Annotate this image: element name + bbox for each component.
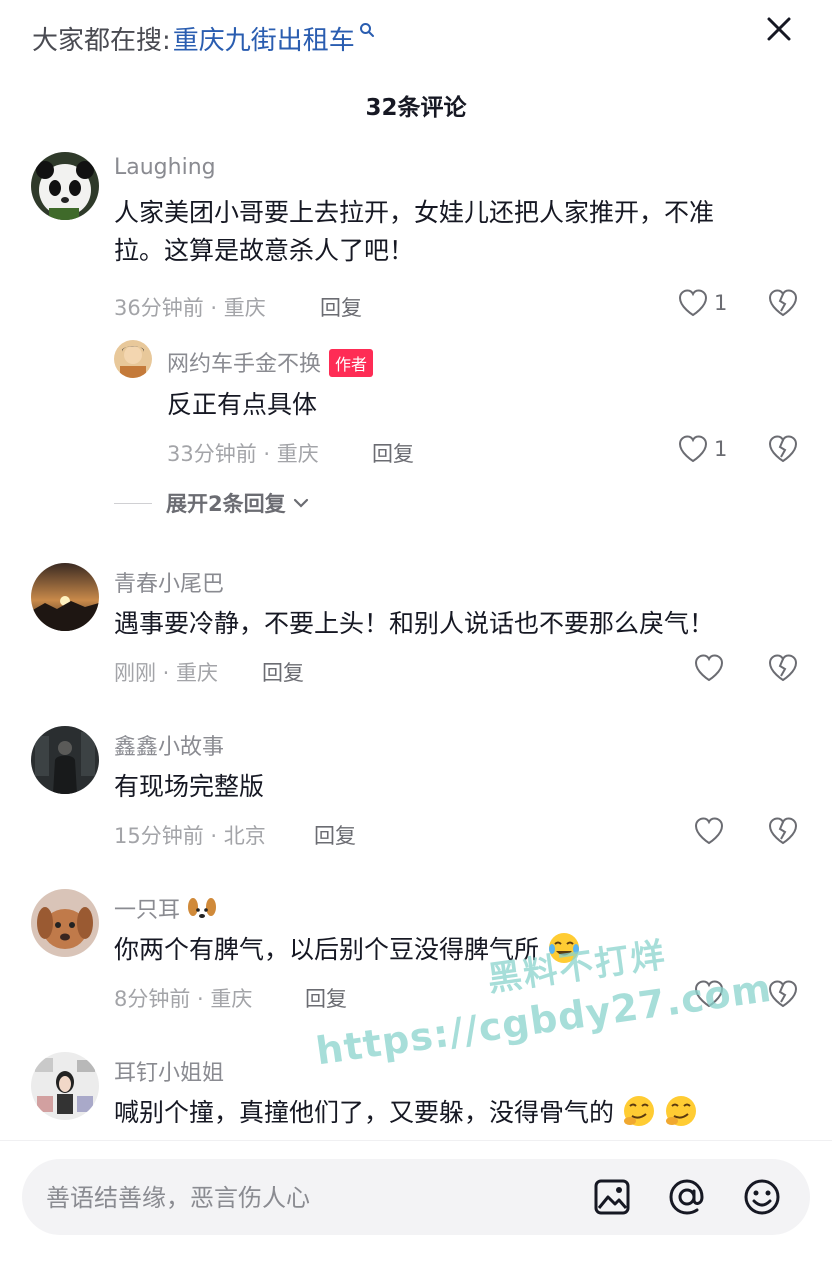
mention-icon[interactable] [667,1177,707,1217]
reply-button[interactable]: 回复 [314,820,356,850]
comment-meta: 33分钟前 · 重庆 [167,442,319,466]
dog-face-icon [188,898,217,921]
comment-username[interactable]: 鑫鑫小故事 [114,729,224,761]
heart-icon [678,289,708,317]
search-icon [359,23,374,37]
reply-button[interactable]: 回复 [305,983,347,1013]
like-count: 1 [714,437,728,461]
comment-meta: 15分钟前 · 北京 [114,824,266,848]
author-badge: 作者 [329,349,374,377]
comment-meta: 刚刚 · 重庆 [114,661,219,685]
comment-count-title: 32条评论 [365,95,467,121]
hot-search-bar[interactable]: 大家都在搜: 重庆九街出租车 [32,18,375,58]
sunset-avatar[interactable] [31,563,99,631]
hot-search-prefix: 大家都在搜: [32,25,171,56]
reply-button[interactable]: 回复 [320,292,362,322]
comment-username[interactable]: 一只耳 [114,898,180,923]
broken-heart-icon[interactable] [768,654,798,682]
like-count: 1 [714,291,728,315]
dog-avatar[interactable] [31,889,99,957]
like-button[interactable]: 1 [678,289,727,317]
divider-line [114,502,152,504]
comment-meta: 36分钟前 · 重庆 [114,296,266,320]
comment-text-line: 拉。这算是故意杀人了吧！ [114,236,415,265]
comment-input[interactable] [46,1181,546,1215]
image-icon[interactable] [592,1177,632,1217]
panda-avatar[interactable] [31,152,99,220]
comment-username[interactable]: 耳钉小姐姐 [114,1055,224,1087]
collage-avatar[interactable] [31,1052,99,1120]
reply-button[interactable]: 回复 [372,438,414,468]
heart-icon[interactable] [694,817,724,845]
comment-text: 遇事要冷静，不要上头！和别人说话也不要那么戾气！ [114,609,715,638]
heart-icon[interactable] [694,654,724,682]
like-button[interactable]: 1 [678,435,727,463]
comment-username[interactable]: 青春小尾巴 [114,566,224,598]
emoji-icon[interactable] [742,1177,782,1217]
broken-heart-icon[interactable] [768,435,798,463]
comment-text: 你两个有脾气，以后别个豆没得脾气所 [114,935,540,964]
comment-username[interactable]: Laughing [114,155,216,180]
dark-figure-avatar[interactable] [31,726,99,794]
comment-text-row: 你两个有脾气，以后别个豆没得脾气所 [114,931,581,969]
smirk-emoji-icon [665,1096,696,1126]
heart-icon [678,435,708,463]
close-icon[interactable] [764,14,794,44]
comment-meta: 8分钟前 · 重庆 [114,987,253,1011]
comment-text-line: 人家美团小哥要上去拉开，女娃儿还把人家推开，不准 [114,198,715,227]
comment-username[interactable]: 网约车手金不换 [167,352,321,377]
comment-text: 人家美团小哥要上去拉开，女娃儿还把人家推开，不准 拉。这算是故意杀人了吧！ [114,194,804,270]
hot-search-query[interactable]: 重庆九街出租车 [173,20,355,57]
broken-heart-icon[interactable] [768,817,798,845]
broken-heart-icon[interactable] [768,289,798,317]
heart-icon[interactable] [694,980,724,1008]
expand-replies-label: 展开2条回复 [166,492,286,516]
expand-replies-button[interactable]: 展开2条回复 [114,488,310,518]
comment-username-row: 一只耳 [114,892,217,925]
comment-text: 喊别个撞，真撞他们了，又要躲，没得骨气的 [114,1098,615,1127]
comment-input-bar [0,1140,832,1280]
chevron-down-icon [293,498,308,508]
comment-text: 有现场完整版 [114,772,265,801]
crying-laughing-emoji-icon [548,933,579,963]
comment-text: 反正有点具体 [167,390,318,419]
person-avatar[interactable] [114,340,152,378]
comment-text-row: 喊别个撞，真撞他们了，又要躲，没得骨气的 [114,1094,698,1132]
comment-input-container[interactable] [22,1159,810,1235]
broken-heart-icon[interactable] [768,980,798,1008]
smirk-emoji-icon [623,1096,654,1126]
reply-button[interactable]: 回复 [262,657,304,687]
reply-username-row: 网约车手金不换 作者 [167,346,374,379]
